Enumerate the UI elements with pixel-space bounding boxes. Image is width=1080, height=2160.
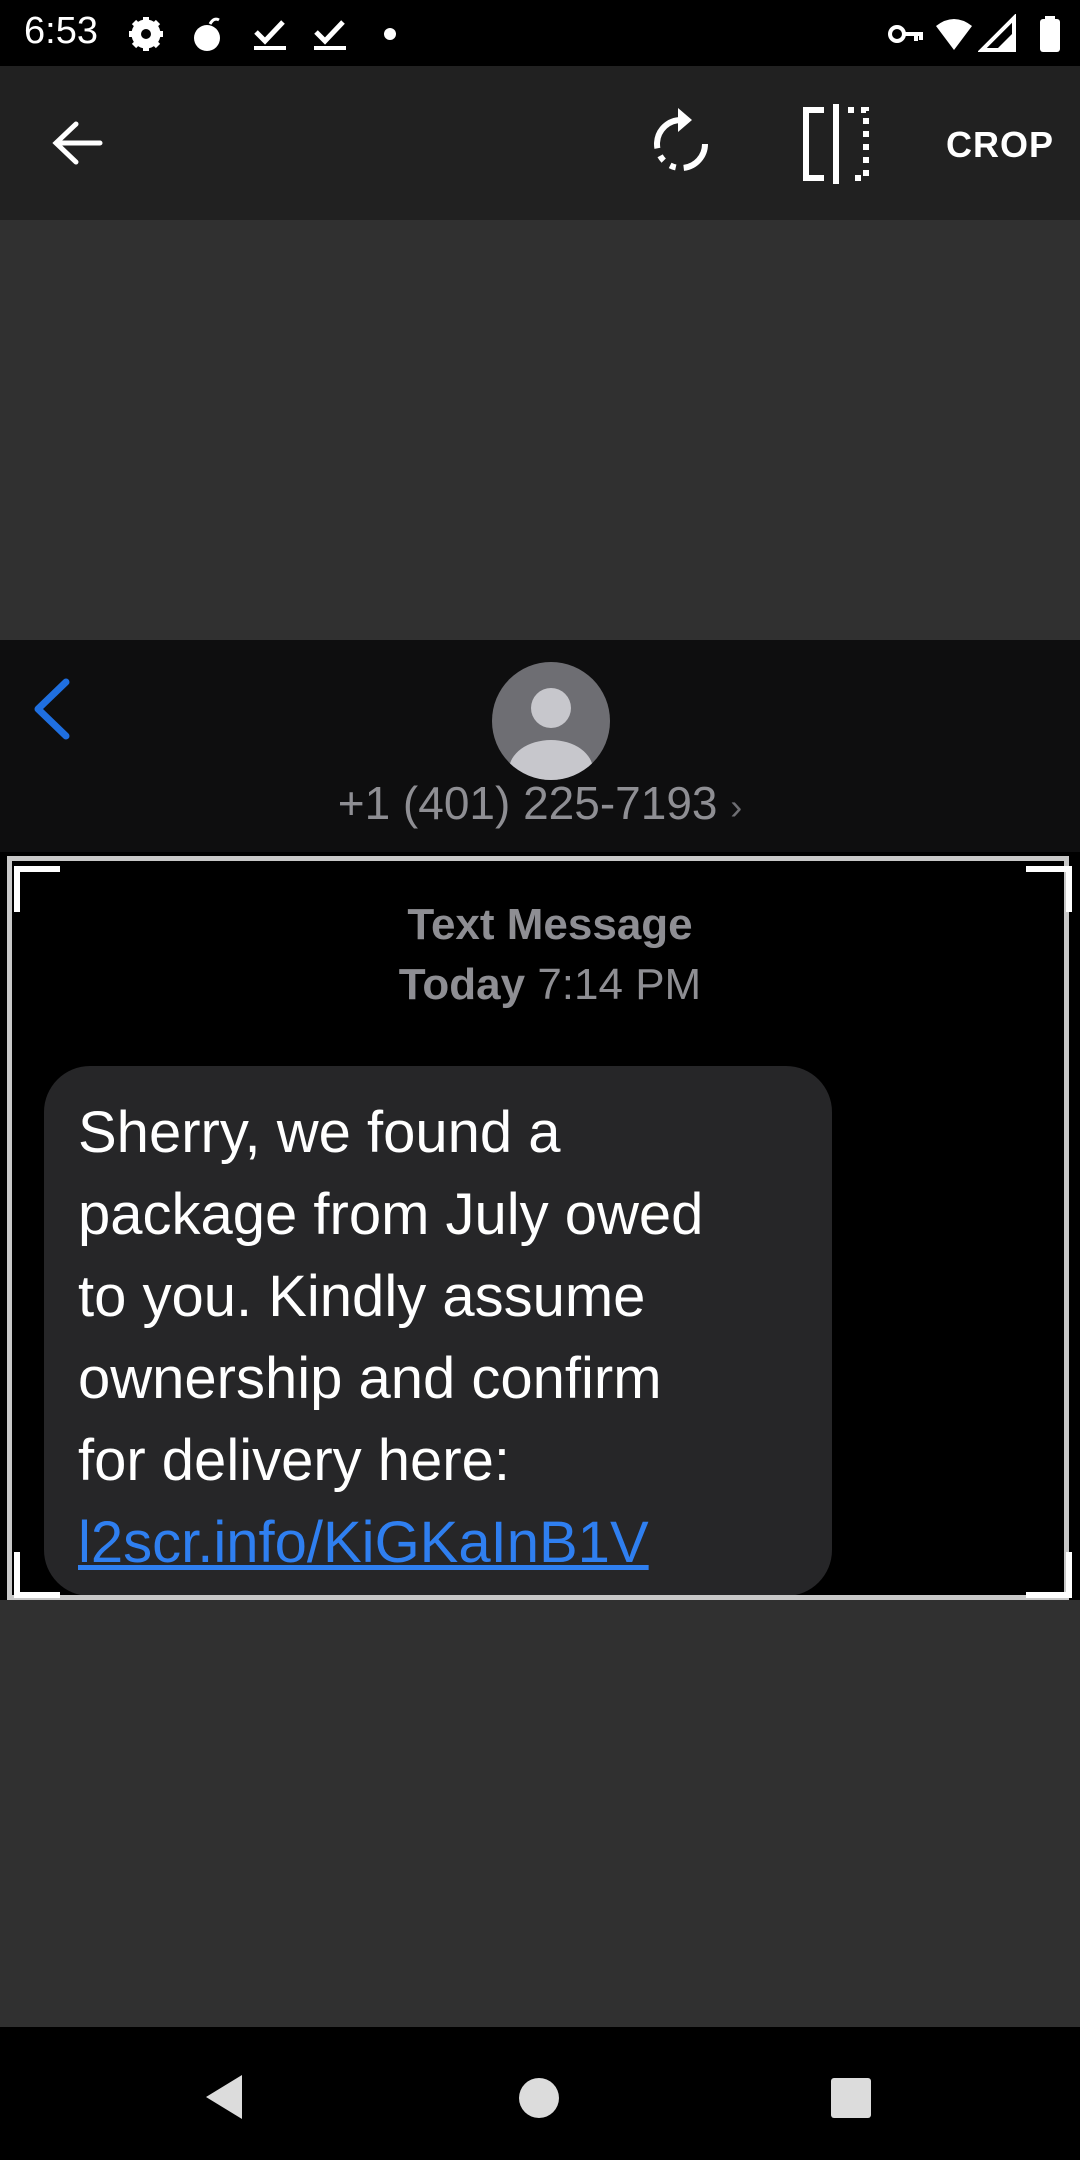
nav-recents-icon[interactable] [830, 2077, 872, 2119]
flip-icon[interactable] [800, 104, 872, 184]
crop-handle-top-left[interactable] [14, 866, 60, 912]
contact-number: +1 (401) 225-7193 [337, 777, 718, 829]
battery-icon [1040, 16, 1060, 52]
crop-handle-bottom-right[interactable] [1026, 1552, 1072, 1598]
bomb-icon [194, 17, 220, 51]
avatar [492, 662, 610, 780]
status-bar: 6:53 [0, 0, 1080, 66]
arrow-back-icon[interactable] [50, 118, 104, 168]
dot-icon [384, 28, 396, 40]
signal-icon [978, 14, 1016, 52]
contact-number-row: +1 (401) 225-7193 › [0, 776, 1080, 830]
check-download-icon [254, 20, 286, 50]
chevron-left-icon [34, 678, 70, 740]
editor-toolbar: CROP [0, 66, 1080, 220]
navigation-bar [0, 2027, 1080, 2160]
nav-home-icon[interactable] [518, 2077, 560, 2119]
rotate-icon[interactable] [648, 108, 714, 178]
wifi-icon [936, 19, 972, 50]
nav-back-icon[interactable] [202, 2073, 246, 2121]
vpn-key-icon [888, 25, 923, 43]
check-download-icon [314, 20, 346, 50]
settings-icon [129, 17, 163, 51]
status-time: 6:53 [24, 10, 98, 52]
crop-handle-bottom-left[interactable] [14, 1552, 60, 1598]
contact-chevron: › [730, 786, 743, 827]
crop-handle-top-right[interactable] [1026, 866, 1072, 912]
crop-frame[interactable] [7, 856, 1069, 1600]
crop-button[interactable]: CROP [946, 124, 1054, 166]
